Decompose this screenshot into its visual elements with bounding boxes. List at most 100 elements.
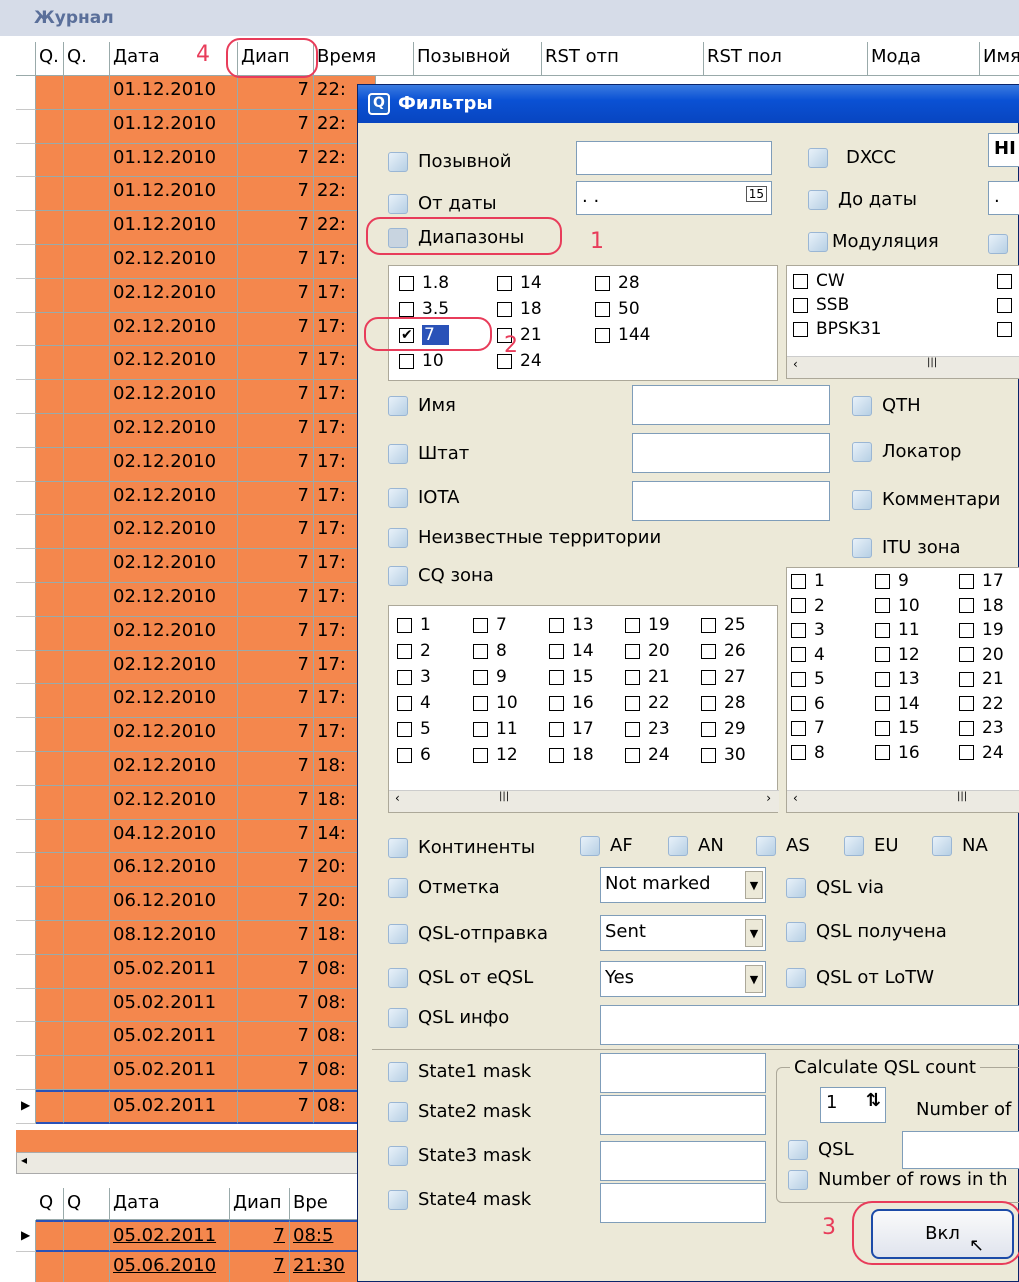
checkbox-icon[interactable] <box>875 671 890 687</box>
journal-hscrollbar[interactable]: ◂ <box>16 1152 361 1174</box>
itu-zone-item[interactable]: 3 <box>791 621 825 639</box>
chevron-down-icon[interactable]: ▼ <box>745 871 763 899</box>
cell-date[interactable]: 05.02.2011 <box>110 1220 230 1252</box>
cell-time[interactable]: 08:5 <box>290 1220 361 1252</box>
itu-zone-item[interactable]: 6 <box>791 695 825 713</box>
row-indicator[interactable] <box>16 380 36 414</box>
cell-q2[interactable] <box>64 954 110 989</box>
cq-zone-item[interactable]: 16 <box>549 694 594 712</box>
cell-q1[interactable] <box>36 887 64 921</box>
checkbox-icon[interactable] <box>595 275 610 291</box>
row-indicator[interactable] <box>16 752 36 786</box>
checkbox-icon[interactable] <box>625 669 640 685</box>
cq-zone-item[interactable]: 11 <box>473 720 518 738</box>
scroll-left-icon[interactable]: ◂ <box>21 1153 27 1167</box>
cq-zone-item[interactable]: 9 <box>473 668 507 686</box>
row-indicator[interactable] <box>16 819 36 854</box>
checkbox-icon[interactable] <box>959 671 974 687</box>
cell-q1[interactable] <box>36 414 64 448</box>
cell-band[interactable]: 7 <box>238 1090 314 1124</box>
cell-date[interactable]: 02.12.2010 <box>110 515 238 550</box>
checkbox-icon[interactable] <box>625 721 640 737</box>
table-row[interactable]: 01.12.2010 7 22: <box>16 177 376 212</box>
filter-qsl-lotw[interactable]: QSL от LoTW <box>786 967 934 988</box>
band-item[interactable]: 1.8 <box>399 274 449 292</box>
cell-q1[interactable] <box>36 515 64 550</box>
cell-q2[interactable] <box>64 312 110 347</box>
checkbox-icon[interactable] <box>875 720 890 736</box>
cq-zone-item[interactable]: 4 <box>397 694 431 712</box>
checkbox-icon[interactable] <box>549 721 564 737</box>
checkbox-icon[interactable] <box>875 573 890 589</box>
cell-band[interactable]: 7 <box>238 515 314 550</box>
checkbox-icon[interactable] <box>397 747 412 763</box>
checkbox-icon[interactable] <box>388 396 408 416</box>
itu-zone-item[interactable]: 20 <box>959 646 1004 664</box>
checkbox-icon[interactable] <box>473 695 488 711</box>
cell-time[interactable]: 21:30 <box>290 1252 361 1282</box>
checkbox-icon[interactable] <box>791 745 806 760</box>
row-indicator[interactable] <box>16 1022 36 1057</box>
table-row[interactable]: 02.12.2010 7 17: <box>16 278 376 313</box>
scroll-thumb-icon[interactable]: ||| <box>499 791 509 802</box>
cell-date[interactable]: 01.12.2010 <box>110 143 238 178</box>
checkbox-icon[interactable] <box>388 1190 408 1210</box>
filter-dxcc[interactable]: DXCC <box>808 147 896 168</box>
cell-q1[interactable] <box>36 1022 64 1057</box>
row-indicator[interactable] <box>16 1252 36 1282</box>
cq-zone-item[interactable]: 19 <box>625 616 670 634</box>
checkbox-icon[interactable] <box>852 490 872 510</box>
state1-input[interactable] <box>600 1053 766 1093</box>
cell-q2[interactable] <box>64 1056 110 1090</box>
checkbox-icon[interactable] <box>852 442 872 462</box>
row-indicator[interactable]: ▶ <box>16 1090 36 1124</box>
cq-zone-item[interactable]: 6 <box>397 746 431 764</box>
cell-q1[interactable] <box>36 346 64 381</box>
checkbox-icon[interactable] <box>397 617 412 633</box>
mode-item[interactable]: BPSK31 <box>793 320 882 338</box>
itu-zone-item[interactable]: 22 <box>959 695 1004 713</box>
table-row[interactable]: 02.12.2010 7 17: <box>16 515 376 550</box>
cell-date[interactable]: 01.12.2010 <box>110 109 238 144</box>
filter-qsl-via[interactable]: QSL via <box>786 877 884 898</box>
cell-band[interactable]: 7 <box>238 481 314 516</box>
checkbox-icon[interactable] <box>786 968 806 988</box>
mode-item-partial[interactable] <box>997 296 1019 314</box>
checkbox-icon[interactable] <box>786 922 806 942</box>
checkbox-icon[interactable] <box>875 598 890 613</box>
cell-q1[interactable] <box>36 1252 64 1282</box>
itu-zone-item[interactable]: 24 <box>959 744 1004 762</box>
cell-band[interactable]: 7 <box>238 278 314 313</box>
cell-q1[interactable] <box>36 650 64 685</box>
itu-zone-item[interactable]: 13 <box>875 670 920 688</box>
checkbox-icon[interactable] <box>397 721 412 737</box>
cell-q2[interactable] <box>64 616 110 651</box>
cell-date[interactable]: 05.02.2011 <box>110 1056 238 1090</box>
scroll-thumb-icon[interactable]: ||| <box>957 791 967 802</box>
filter-state[interactable]: Штат <box>388 443 469 464</box>
cell-date[interactable]: 02.12.2010 <box>110 278 238 313</box>
cq-zone-item[interactable]: 14 <box>549 642 594 660</box>
spinner-icon[interactable]: ⇅ <box>866 1090 881 1111</box>
qsl-sent-select[interactable]: Sent ▼ <box>600 915 766 951</box>
row-indicator[interactable] <box>16 853 36 888</box>
cell-q1[interactable] <box>36 380 64 414</box>
checkbox-icon[interactable] <box>791 696 806 711</box>
cell-band[interactable]: 7 <box>238 718 314 752</box>
cell-date[interactable]: 02.12.2010 <box>110 380 238 414</box>
cell-band[interactable]: 7 <box>238 988 314 1023</box>
cell-date[interactable]: 05.02.2011 <box>110 988 238 1023</box>
checkbox-icon[interactable] <box>997 321 1012 337</box>
itu-zone-item[interactable]: 11 <box>875 621 920 639</box>
checkbox-icon[interactable] <box>595 327 610 343</box>
checkbox-icon[interactable] <box>388 838 408 858</box>
checkbox-icon[interactable] <box>580 836 600 856</box>
itu-zone-item[interactable]: 15 <box>875 719 920 737</box>
table-row[interactable]: 02.12.2010 7 17: <box>16 346 376 381</box>
cell-band[interactable]: 7 <box>238 414 314 448</box>
cell-band[interactable]: 7 <box>238 177 314 212</box>
checkbox-icon[interactable] <box>844 836 864 856</box>
cq-zone-item[interactable]: 7 <box>473 616 507 634</box>
cell-q1[interactable] <box>36 819 64 854</box>
cell-band[interactable]: 7 <box>238 853 314 888</box>
